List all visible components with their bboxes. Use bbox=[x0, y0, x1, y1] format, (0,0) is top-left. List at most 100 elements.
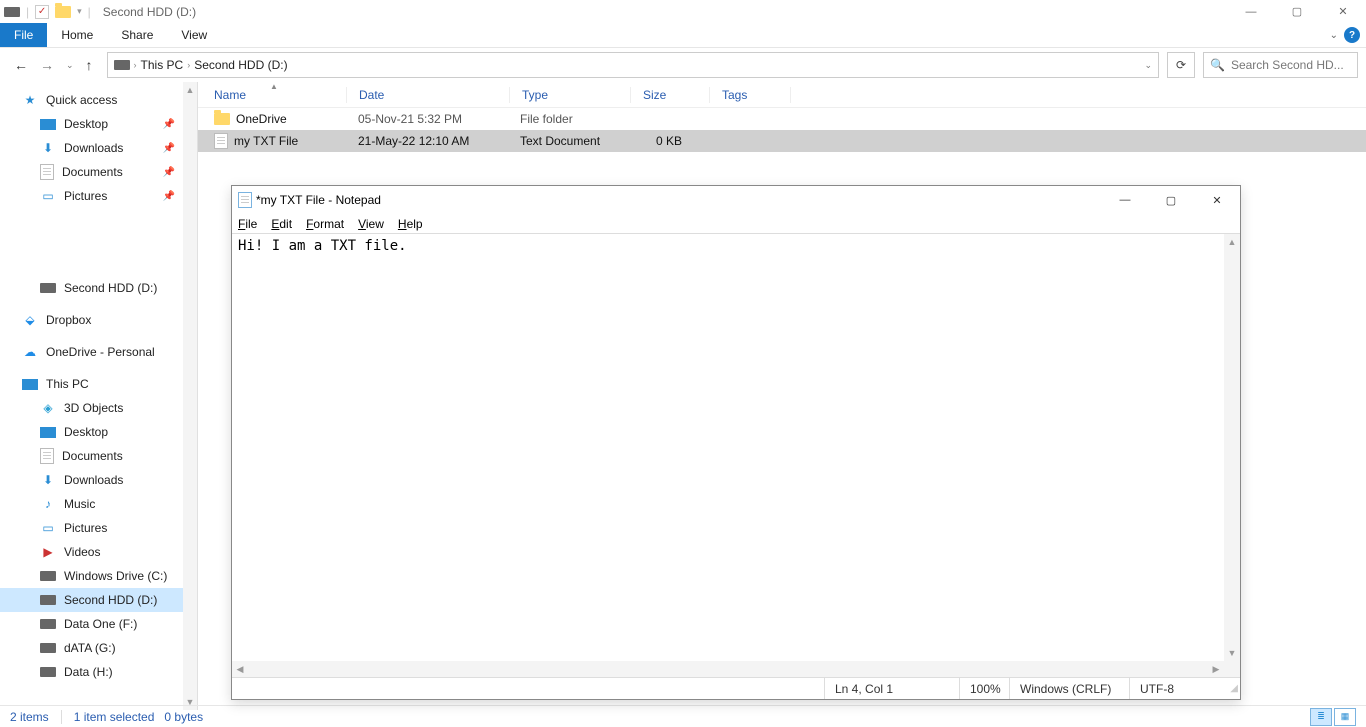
scroll-track[interactable] bbox=[1224, 250, 1240, 645]
scroll-track[interactable] bbox=[183, 98, 197, 694]
notepad-menu-view[interactable]: View bbox=[358, 217, 384, 231]
titlebar-sep2: | bbox=[88, 5, 91, 19]
sidebar-label: Pictures bbox=[64, 521, 107, 535]
file-name: my TXT File bbox=[234, 134, 298, 148]
close-button[interactable]: ✕ bbox=[1320, 0, 1366, 23]
sidebar-item-music[interactable]: ♪Music bbox=[0, 492, 197, 516]
sidebar-item-drive-g[interactable]: dATA (G:) bbox=[0, 636, 197, 660]
notepad-maximize-button[interactable]: ▢ bbox=[1148, 186, 1194, 214]
downloads-icon: ⬇ bbox=[40, 472, 56, 488]
tab-view[interactable]: View bbox=[167, 23, 221, 47]
address-dropdown-icon[interactable]: ⌄ bbox=[1144, 60, 1152, 71]
scroll-up-icon[interactable]: ▲ bbox=[183, 82, 197, 98]
pin-icon: 📌 bbox=[163, 143, 175, 154]
nav-recent-dropdown[interactable]: ⌄ bbox=[66, 60, 74, 71]
sidebar-label: Desktop bbox=[64, 425, 108, 439]
resize-grip-icon[interactable]: ◢ bbox=[1224, 681, 1240, 696]
tab-home[interactable]: Home bbox=[47, 23, 107, 47]
scroll-track[interactable] bbox=[248, 661, 1208, 677]
scroll-up-icon[interactable]: ▲ bbox=[1224, 234, 1240, 250]
onedrive-icon: ☁ bbox=[22, 344, 38, 360]
maximize-button[interactable]: ▢ bbox=[1274, 0, 1320, 23]
nav-forward-button[interactable]: → bbox=[40, 57, 54, 73]
search-box[interactable]: 🔍 Search Second HD... bbox=[1203, 52, 1358, 78]
sidebar-item-drive-c[interactable]: Windows Drive (C:) bbox=[0, 564, 197, 588]
scroll-right-icon[interactable]: ▶ bbox=[1208, 661, 1224, 677]
window-title: Second HDD (D:) bbox=[103, 5, 196, 19]
sidebar-item-downloads[interactable]: ⬇Downloads📌 bbox=[0, 136, 197, 160]
col-type[interactable]: Type bbox=[510, 88, 630, 102]
notepad-titlebar[interactable]: *my TXT File - Notepad — ▢ ✕ bbox=[232, 186, 1240, 214]
sidebar-item-second-hdd[interactable]: Second HDD (D:) bbox=[0, 276, 197, 300]
sidebar-label: dATA (G:) bbox=[64, 641, 116, 655]
text-file-icon bbox=[214, 133, 228, 149]
notepad-title: *my TXT File - Notepad bbox=[256, 193, 381, 207]
sidebar-item-documents[interactable]: Documents📌 bbox=[0, 160, 197, 184]
sidebar-item-pictures[interactable]: ▭Pictures📌 bbox=[0, 184, 197, 208]
notepad-minimize-button[interactable]: — bbox=[1102, 186, 1148, 214]
sidebar-item-drive-h[interactable]: Data (H:) bbox=[0, 660, 197, 684]
sidebar-item-desktop[interactable]: Desktop📌 bbox=[0, 112, 197, 136]
notepad-close-button[interactable]: ✕ bbox=[1194, 186, 1240, 214]
sidebar-label: Data One (F:) bbox=[64, 617, 137, 631]
file-size: 0 KB bbox=[628, 134, 706, 148]
sidebar-scrollbar[interactable]: ▲ ▼ bbox=[183, 82, 197, 710]
refresh-button[interactable]: ⟳ bbox=[1167, 52, 1195, 78]
view-large-icons-button[interactable]: ▦ bbox=[1334, 708, 1356, 726]
qa-check-icon[interactable]: ✓ bbox=[35, 5, 49, 19]
ribbon-chevron-icon[interactable]: ⌄ bbox=[1330, 30, 1338, 41]
sidebar-this-pc[interactable]: This PC bbox=[0, 372, 197, 396]
sidebar-item-pictures-pc[interactable]: ▭Pictures bbox=[0, 516, 197, 540]
notepad-menu-edit[interactable]: Edit bbox=[271, 217, 292, 231]
col-name[interactable]: Name▲ bbox=[198, 88, 346, 102]
breadcrumb-this-pc[interactable]: This PC bbox=[141, 58, 184, 72]
scroll-down-icon[interactable]: ▼ bbox=[1224, 645, 1240, 661]
help-icon[interactable]: ? bbox=[1344, 27, 1360, 43]
minimize-button[interactable]: — bbox=[1228, 0, 1274, 23]
explorer-statusbar: 2 items 1 item selected 0 bytes ≣ ▦ bbox=[0, 705, 1366, 727]
col-tags[interactable]: Tags bbox=[710, 88, 790, 102]
sidebar-item-dropbox[interactable]: ⬙Dropbox bbox=[0, 308, 197, 332]
tab-file[interactable]: File bbox=[0, 23, 47, 47]
pin-icon: 📌 bbox=[163, 167, 175, 178]
file-type: File folder bbox=[508, 112, 628, 126]
notepad-vscrollbar[interactable]: ▲ ▼ bbox=[1224, 234, 1240, 661]
file-row[interactable]: OneDrive 05-Nov-21 5:32 PM File folder bbox=[198, 108, 1366, 130]
notepad-menu-format[interactable]: Format bbox=[306, 217, 344, 231]
sidebar-item-desktop-pc[interactable]: Desktop bbox=[0, 420, 197, 444]
sidebar-item-3d-objects[interactable]: ◈3D Objects bbox=[0, 396, 197, 420]
notepad-hscrollbar[interactable]: ◀ ▶ bbox=[232, 661, 1240, 677]
col-date[interactable]: Date bbox=[347, 88, 509, 102]
breadcrumb-current[interactable]: Second HDD (D:) bbox=[194, 58, 287, 72]
sidebar-quick-access[interactable]: ★ Quick access bbox=[0, 88, 197, 112]
notepad-menu-file[interactable]: File bbox=[238, 217, 257, 231]
sidebar-label: Downloads bbox=[64, 141, 123, 155]
breadcrumb-sep-icon[interactable]: › bbox=[134, 60, 137, 70]
sidebar-item-onedrive[interactable]: ☁ OneDrive - Personal bbox=[0, 340, 197, 364]
file-row[interactable]: my TXT File 21-May-22 12:10 AM Text Docu… bbox=[198, 130, 1366, 152]
sidebar-item-videos[interactable]: ▶Videos bbox=[0, 540, 197, 564]
pc-icon bbox=[22, 379, 38, 390]
notepad-menu-help[interactable]: Help bbox=[398, 217, 423, 231]
sidebar-item-drive-d[interactable]: Second HDD (D:) bbox=[0, 588, 197, 612]
view-details-button[interactable]: ≣ bbox=[1310, 708, 1332, 726]
notepad-zoom: 100% bbox=[959, 678, 1009, 699]
notepad-line-ending: Windows (CRLF) bbox=[1009, 678, 1129, 699]
column-headers: Name▲ Date Type Size Tags bbox=[198, 82, 1366, 108]
breadcrumb-sep-icon[interactable]: › bbox=[187, 60, 190, 70]
pin-icon: 📌 bbox=[163, 119, 175, 130]
sidebar-item-downloads-pc[interactable]: ⬇Downloads bbox=[0, 468, 197, 492]
titlebar-dropdown-icon[interactable]: ▾ bbox=[77, 6, 82, 17]
sidebar-label: OneDrive - Personal bbox=[46, 345, 155, 359]
sidebar-item-drive-f[interactable]: Data One (F:) bbox=[0, 612, 197, 636]
file-name: OneDrive bbox=[236, 112, 287, 126]
address-bar[interactable]: › This PC › Second HDD (D:) ⌄ bbox=[107, 52, 1159, 78]
sidebar-item-documents-pc[interactable]: Documents bbox=[0, 444, 197, 468]
scroll-left-icon[interactable]: ◀ bbox=[232, 661, 248, 677]
nav-up-button[interactable]: ↑ bbox=[86, 57, 93, 73]
notepad-text-area[interactable]: Hi! I am a TXT file. bbox=[232, 234, 1224, 661]
documents-icon bbox=[40, 164, 54, 180]
col-size[interactable]: Size bbox=[631, 88, 709, 102]
nav-back-button[interactable]: ← bbox=[14, 57, 28, 73]
tab-share[interactable]: Share bbox=[107, 23, 167, 47]
